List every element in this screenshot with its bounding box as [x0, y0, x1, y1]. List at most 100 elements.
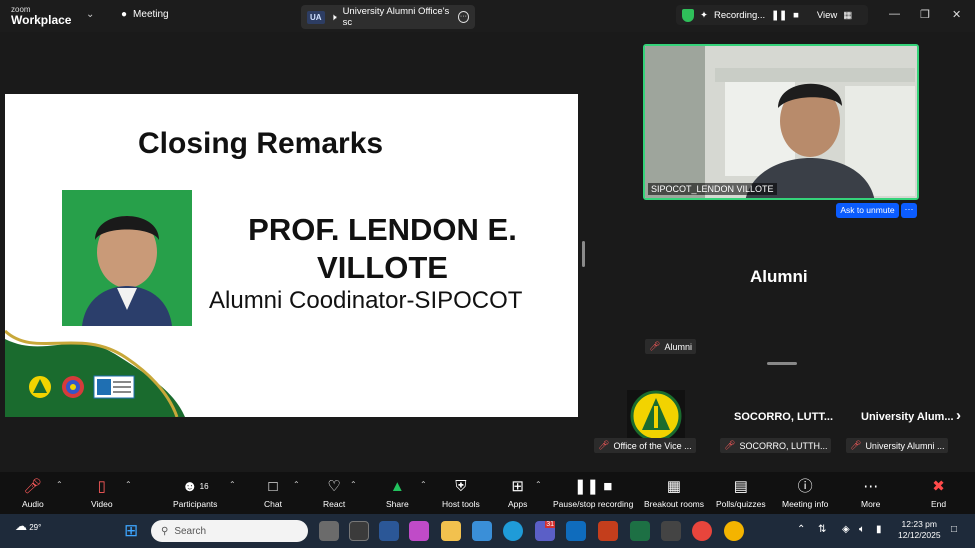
- teams-icon[interactable]: 31: [535, 521, 555, 541]
- polls-label: Polls/quizzes: [716, 498, 766, 509]
- participant-chip-vice: 🎤︎ Office of the Vice ...: [594, 438, 696, 453]
- react-button[interactable]: ♡ React: [323, 472, 345, 514]
- video-button[interactable]: ▯ Video: [91, 472, 113, 514]
- chevron-up-icon[interactable]: ⌃: [293, 480, 300, 489]
- chat-label: Chat: [264, 498, 282, 509]
- file-explorer-icon[interactable]: [441, 521, 461, 541]
- share-button[interactable]: ▲ Share: [386, 472, 409, 514]
- minimize-icon[interactable]: —: [889, 8, 900, 20]
- volume-icon[interactable]: 🔈︎: [859, 524, 865, 535]
- certification-logo: [93, 375, 135, 399]
- breakout-rooms-button[interactable]: ▦ Breakout rooms: [644, 472, 704, 514]
- audio-button[interactable]: 🎤︎ Audio: [22, 472, 44, 514]
- chevron-right-icon[interactable]: ›: [956, 407, 961, 424]
- chevron-up-icon[interactable]: ⌃: [229, 480, 236, 489]
- edge-icon[interactable]: [503, 521, 523, 541]
- meeting-info-button[interactable]: ⓘ Meeting info: [782, 472, 828, 514]
- clock-date: 12/12/2025: [898, 530, 941, 540]
- panel-splitter[interactable]: [582, 241, 585, 267]
- windows-start-icon[interactable]: ⊞: [124, 521, 144, 541]
- pause-icon[interactable]: ❚❚: [771, 10, 787, 21]
- speaker-name-line1: PROF. LENDON E.: [248, 212, 517, 247]
- network-activity-icon[interactable]: ⇅: [818, 524, 826, 535]
- participant-chip-label: University Alumni ...: [865, 440, 945, 451]
- apps-icon: ⊞: [511, 477, 524, 495]
- video-more-button[interactable]: ···: [901, 203, 917, 218]
- polls-button[interactable]: ▤ Polls/quizzes: [716, 472, 766, 514]
- chat-button[interactable]: □ Chat: [264, 472, 282, 514]
- settings-icon[interactable]: [661, 521, 681, 541]
- chevron-up-icon[interactable]: ⌃: [420, 480, 427, 489]
- chevron-up-icon[interactable]: ⌃: [350, 480, 357, 489]
- photos-icon[interactable]: [472, 521, 492, 541]
- shield-icon: [682, 8, 694, 22]
- grid-icon[interactable]: ▦: [843, 10, 852, 21]
- participants-count: 16: [199, 481, 209, 491]
- chrome-icon[interactable]: [692, 521, 712, 541]
- host-tools-button[interactable]: ⛨ Host tools: [442, 472, 480, 514]
- audio-label: Audio: [22, 498, 44, 509]
- chrome-profile-icon[interactable]: [724, 521, 744, 541]
- weather-icon: ☁: [15, 519, 27, 533]
- battery-icon[interactable]: ▮: [876, 524, 882, 535]
- chevron-down-icon[interactable]: ⌄: [86, 9, 94, 20]
- speaker-role: Alumni Coodinator-SIPOCOT: [209, 287, 523, 314]
- recording-indicator[interactable]: ✦ Recording... ❚❚ ■ View ▦: [676, 5, 868, 25]
- slide-title: Closing Remarks: [138, 127, 384, 160]
- chevron-up-icon[interactable]: ⌃: [535, 480, 542, 489]
- pause-recording-label: Pause/stop recording: [553, 498, 634, 509]
- end-button[interactable]: ✖ End: [931, 472, 946, 514]
- pause-stop-icon: ❚❚ ■: [573, 477, 613, 495]
- wifi-icon[interactable]: ◈: [842, 524, 850, 535]
- restore-icon[interactable]: ❐: [920, 8, 930, 21]
- word-icon[interactable]: [379, 521, 399, 541]
- more-icon: ⋯: [863, 477, 879, 495]
- stop-icon[interactable]: ■: [793, 10, 799, 21]
- more-options-icon[interactable]: ···: [457, 11, 469, 23]
- recording-label: Recording...: [713, 9, 766, 21]
- meeting-menu[interactable]: ●​ Meeting: [121, 9, 169, 20]
- taskbar-clock[interactable]: 12:23 pm 12/12/2025: [898, 519, 941, 541]
- meeting-tab[interactable]: UA 🕨 University Alumni Office's sc ···: [301, 5, 475, 29]
- brand-large: Workplace: [11, 13, 72, 27]
- chevron-up-icon[interactable]: ⌃: [125, 480, 132, 489]
- active-speaker-video[interactable]: SIPOCOT_LENDON VILLOTE: [643, 44, 919, 200]
- meeting-toolbar: 🎤︎ Audio ⌃ ▯ Video ⌃ ☻ 16 Participants ⌃ …: [0, 472, 975, 514]
- tab-title: University Alumni Office's sc: [342, 6, 450, 28]
- video-name-label: SIPOCOT_LENDON VILLOTE: [648, 183, 777, 195]
- apps-button[interactable]: ⊞ Apps: [508, 472, 527, 514]
- chevron-up-icon[interactable]: ⌃: [56, 480, 63, 489]
- view-label[interactable]: View: [817, 10, 837, 21]
- weather-widget[interactable]: ☁ 29°: [15, 519, 41, 533]
- outlook-icon[interactable]: [566, 521, 586, 541]
- task-view-icon[interactable]: [319, 521, 339, 541]
- participants-button[interactable]: ☻ 16 Participants: [173, 472, 217, 514]
- copilot-icon[interactable]: [409, 521, 429, 541]
- speaker-name-line2: VILLOTE: [317, 250, 448, 285]
- participants-icon: ☻ 16: [181, 477, 209, 495]
- chevron-up-icon[interactable]: ⌃: [797, 524, 805, 535]
- tile-drag-handle[interactable]: [767, 362, 797, 365]
- widgets-icon[interactable]: [349, 521, 369, 541]
- breakout-label: Breakout rooms: [644, 498, 704, 509]
- end-icon: ✖: [932, 477, 945, 495]
- react-label: React: [323, 498, 346, 509]
- shared-slide: Closing Remarks PROF. LENDON E. VILLOTE …: [5, 94, 578, 417]
- tab-badge: UA: [307, 10, 325, 24]
- powerpoint-icon[interactable]: [598, 521, 618, 541]
- pause-recording-button[interactable]: ❚❚ ■ Pause/stop recording: [553, 472, 633, 514]
- close-icon[interactable]: ✕: [952, 8, 961, 21]
- more-button[interactable]: ⋯ More: [861, 472, 880, 514]
- clock-time: 12:23 pm: [901, 519, 937, 529]
- notifications-icon[interactable]: □: [951, 524, 957, 535]
- ask-to-unmute-button[interactable]: Ask to unmute: [836, 203, 899, 218]
- speaker-name: PROF. LENDON E. VILLOTE: [205, 211, 560, 287]
- mic-muted-icon: 🎤︎: [724, 440, 736, 450]
- taskbar-search[interactable]: ⚲ Search: [151, 520, 308, 542]
- search-icon: ⚲: [161, 525, 169, 537]
- apps-label: Apps: [508, 498, 528, 509]
- participant-chip-label: SOCORRO, LUTTH...: [739, 440, 828, 451]
- polls-icon: ▤: [733, 477, 748, 495]
- mic-muted-icon: 🎤︎: [23, 477, 43, 495]
- excel-icon[interactable]: [630, 521, 650, 541]
